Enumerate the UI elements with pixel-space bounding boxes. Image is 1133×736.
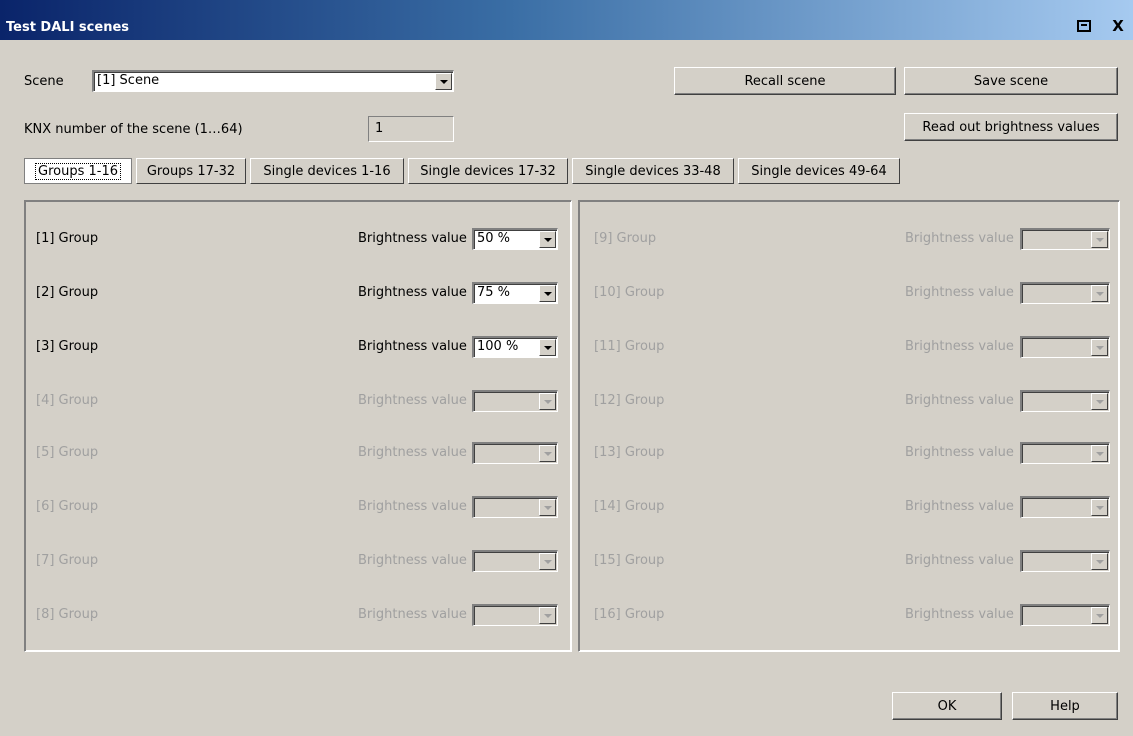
- tab-groups-17-32[interactable]: Groups 17-32: [136, 158, 246, 184]
- brightness-select: [1020, 336, 1110, 358]
- tab-label: Single devices 49-64: [751, 163, 887, 179]
- group-row: [15] Group Brightness value: [0, 550, 1133, 574]
- chevron-down-icon: [1091, 499, 1108, 516]
- left-groups-panel: [24, 200, 572, 652]
- chevron-down-icon: [1091, 393, 1108, 410]
- brightness-label: Brightness value: [905, 445, 1014, 460]
- tab-single-devices-33-48[interactable]: Single devices 33-48: [572, 158, 734, 184]
- tab-single-devices-49-64[interactable]: Single devices 49-64: [738, 158, 900, 184]
- close-button[interactable]: X: [1108, 17, 1128, 35]
- chevron-down-icon: [1091, 553, 1108, 570]
- group-row: [10] Group Brightness value: [0, 282, 1133, 306]
- brightness-label: Brightness value: [905, 339, 1014, 354]
- tab-label: Single devices 1-16: [263, 163, 391, 179]
- group-name: [16] Group: [594, 607, 665, 622]
- tab-groups-1-16[interactable]: Groups 1-16: [24, 158, 132, 184]
- brightness-label: Brightness value: [905, 607, 1014, 622]
- tab-label: Single devices 17-32: [420, 163, 556, 179]
- brightness-select: [1020, 550, 1110, 572]
- scene-select-value: [1] Scene: [97, 73, 160, 88]
- group-name: [15] Group: [594, 553, 665, 568]
- brightness-label: Brightness value: [905, 393, 1014, 408]
- group-row: [11] Group Brightness value: [0, 336, 1133, 360]
- group-name: [12] Group: [594, 393, 665, 408]
- chevron-down-icon: [1091, 445, 1108, 462]
- brightness-label: Brightness value: [905, 285, 1014, 300]
- brightness-select: [1020, 496, 1110, 518]
- chevron-down-icon: [1091, 339, 1108, 356]
- knx-number-field: 1: [368, 116, 454, 142]
- help-button[interactable]: Help: [1012, 692, 1118, 720]
- group-row: [13] Group Brightness value: [0, 442, 1133, 466]
- print-icon[interactable]: [1074, 18, 1094, 34]
- group-name: [14] Group: [594, 499, 665, 514]
- brightness-label: Brightness value: [905, 231, 1014, 246]
- tab-single-devices-1-16[interactable]: Single devices 1-16: [250, 158, 404, 184]
- knx-number-label: KNX number of the scene (1…64): [24, 122, 243, 137]
- brightness-select: [1020, 390, 1110, 412]
- window-title: Test DALI scenes: [6, 20, 130, 35]
- read-out-brightness-button[interactable]: Read out brightness values: [904, 113, 1118, 141]
- title-bar: Test DALI scenes X: [0, 0, 1133, 40]
- chevron-down-icon: [1091, 607, 1108, 624]
- brightness-select: [1020, 282, 1110, 304]
- chevron-down-icon[interactable]: [435, 73, 452, 90]
- tab-label: Groups 17-32: [146, 163, 236, 179]
- tab-label: Single devices 33-48: [585, 163, 721, 179]
- chevron-down-icon: [1091, 285, 1108, 302]
- tab-label: Groups 1-16: [35, 162, 121, 180]
- brightness-select: [1020, 442, 1110, 464]
- save-scene-button[interactable]: Save scene: [904, 67, 1118, 95]
- tab-single-devices-17-32[interactable]: Single devices 17-32: [408, 158, 568, 184]
- scene-select[interactable]: [1] Scene: [92, 70, 454, 92]
- knx-number-value: 1: [375, 121, 384, 136]
- group-name: [9] Group: [594, 231, 657, 246]
- brightness-select: [1020, 604, 1110, 626]
- group-row: [9] Group Brightness value: [0, 228, 1133, 252]
- brightness-select: [1020, 228, 1110, 250]
- recall-scene-button[interactable]: Recall scene: [674, 67, 896, 95]
- chevron-down-icon: [1091, 231, 1108, 248]
- group-name: [10] Group: [594, 285, 665, 300]
- group-row: [12] Group Brightness value: [0, 390, 1133, 414]
- group-name: [11] Group: [594, 339, 665, 354]
- brightness-label: Brightness value: [905, 553, 1014, 568]
- group-row: [16] Group Brightness value: [0, 604, 1133, 628]
- ok-button[interactable]: OK: [892, 692, 1002, 720]
- brightness-label: Brightness value: [905, 499, 1014, 514]
- right-groups-panel: [578, 200, 1120, 652]
- group-row: [14] Group Brightness value: [0, 496, 1133, 520]
- scene-label: Scene: [24, 74, 64, 89]
- group-name: [13] Group: [594, 445, 665, 460]
